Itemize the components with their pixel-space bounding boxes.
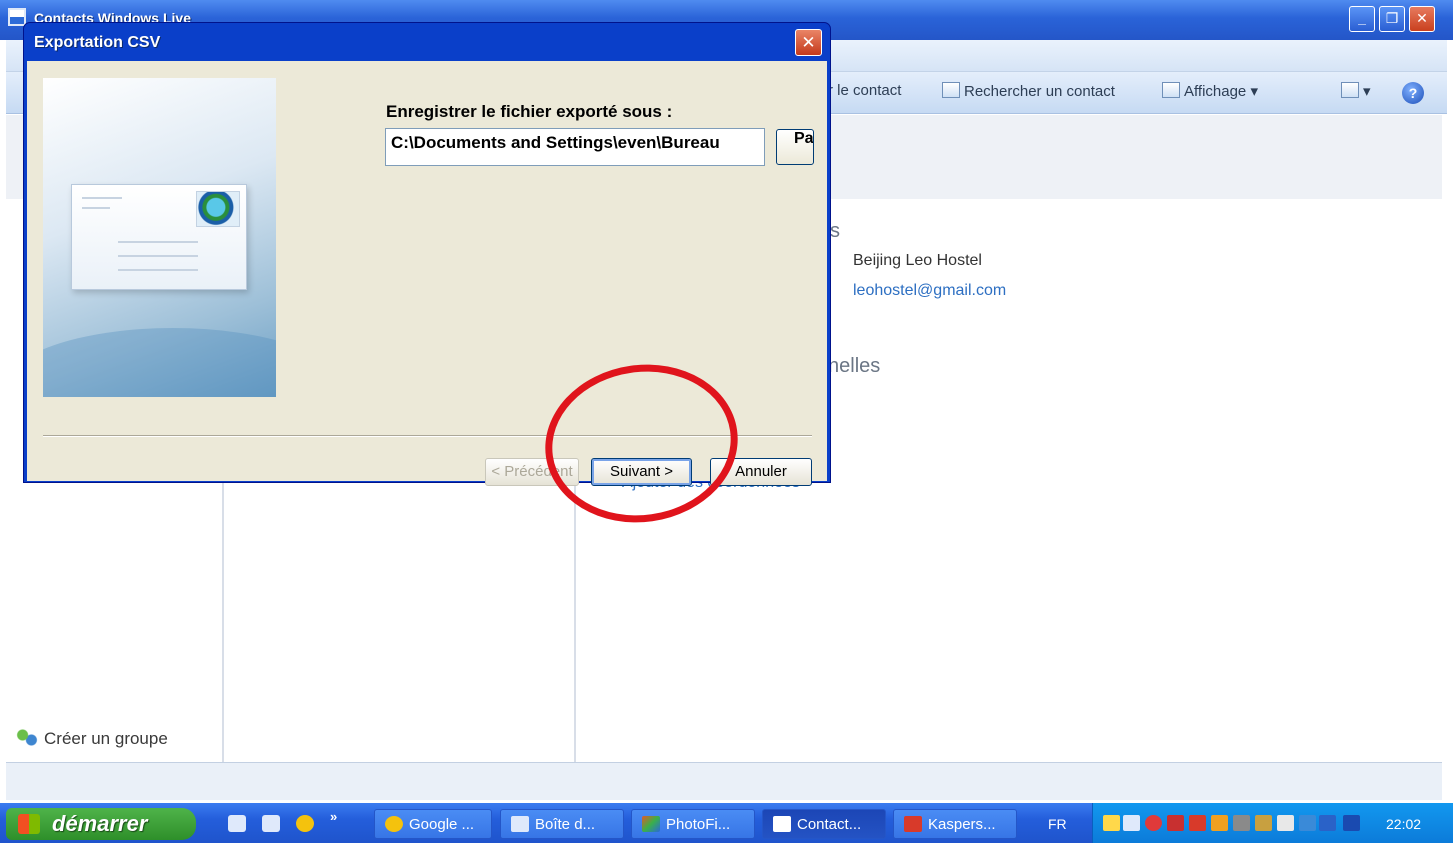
contacts-icon [773, 816, 791, 832]
options-menu-button[interactable]: ▾ [1341, 82, 1371, 100]
view-menu-button[interactable]: Affichage ▾ [1162, 82, 1258, 100]
clock: 22:02 [1386, 816, 1422, 832]
tray-update-icon[interactable] [1255, 815, 1272, 831]
tray-kaspersky-icon[interactable] [1189, 815, 1206, 831]
contact-email-link[interactable]: leohostel@gmail.com [853, 282, 1006, 300]
email-quicklaunch-icon[interactable] [262, 815, 280, 832]
task-button-contacts[interactable]: Contact... [762, 809, 886, 839]
file-path-input[interactable]: C:\Documents and Settings\even\Bureau [385, 128, 765, 166]
start-button[interactable]: démarrer [6, 808, 196, 840]
task-button-google[interactable]: Google ... [374, 809, 492, 839]
taskbar: démarrer » Google ... Boîte d... PhotoFi… [0, 803, 1453, 843]
search-contact-icon [942, 82, 960, 98]
tray-monitor-icon[interactable] [1277, 815, 1294, 831]
kaspersky-icon [904, 816, 922, 832]
wizard-illustration [43, 78, 276, 397]
close-window-button[interactable]: ✕ [1409, 6, 1435, 32]
save-as-label: Enregistrer le fichier exporté sous : [386, 102, 673, 121]
language-indicator[interactable]: FR [1048, 816, 1067, 832]
ie-quicklaunch-icon[interactable] [228, 815, 246, 832]
contact-company: Beijing Leo Hostel [853, 252, 982, 269]
photofiltre-icon [642, 816, 660, 832]
browse-button[interactable]: Pa [776, 129, 814, 165]
contact-action-button[interactable]: r le contact [828, 82, 901, 99]
system-tray: 22:02 [1092, 803, 1453, 843]
globe-stamp-icon [196, 191, 240, 227]
envelope-card-icon [71, 184, 247, 290]
tray-app-icon[interactable] [1211, 815, 1228, 831]
tray-messenger-icon[interactable] [1343, 815, 1360, 831]
contacts-app-icon [8, 8, 26, 26]
tray-screen-icon[interactable] [1319, 815, 1336, 831]
minimize-button[interactable]: _ [1349, 6, 1375, 32]
task-button-kaspersky[interactable]: Kaspers... [893, 809, 1017, 839]
section-title-partial: s [830, 220, 840, 242]
tray-shield-icon[interactable] [1145, 815, 1162, 831]
dialog-title: Exportation CSV [34, 34, 161, 51]
tray-tool-icon[interactable] [1233, 815, 1250, 831]
task-button-photofiltre[interactable]: PhotoFi... [631, 809, 755, 839]
group-icon [16, 728, 38, 748]
tray-security-icon[interactable] [1167, 815, 1184, 831]
mailbox-icon [511, 816, 529, 832]
status-bar [6, 762, 1442, 800]
help-icon[interactable]: ? [1402, 82, 1424, 104]
search-contact-button[interactable]: Rechercher un contact [942, 82, 1115, 100]
tray-network-icon[interactable] [1123, 815, 1140, 831]
section-title-partial-2: nelles [828, 355, 881, 377]
chrome-quicklaunch-icon[interactable] [296, 815, 314, 832]
create-group-link[interactable]: Créer un groupe [16, 728, 168, 749]
task-button-mailbox[interactable]: Boîte d... [500, 809, 624, 839]
windows-logo-icon [18, 814, 40, 834]
chrome-icon [385, 816, 403, 832]
tray-display-icon[interactable] [1299, 815, 1316, 831]
view-icon [1162, 82, 1180, 98]
quicklaunch-more-button[interactable]: » [330, 809, 337, 824]
options-icon [1341, 82, 1359, 98]
restore-button[interactable]: ❐ [1379, 6, 1405, 32]
dialog-close-button[interactable]: ✕ [795, 29, 822, 56]
tray-folder-icon[interactable] [1103, 815, 1120, 831]
